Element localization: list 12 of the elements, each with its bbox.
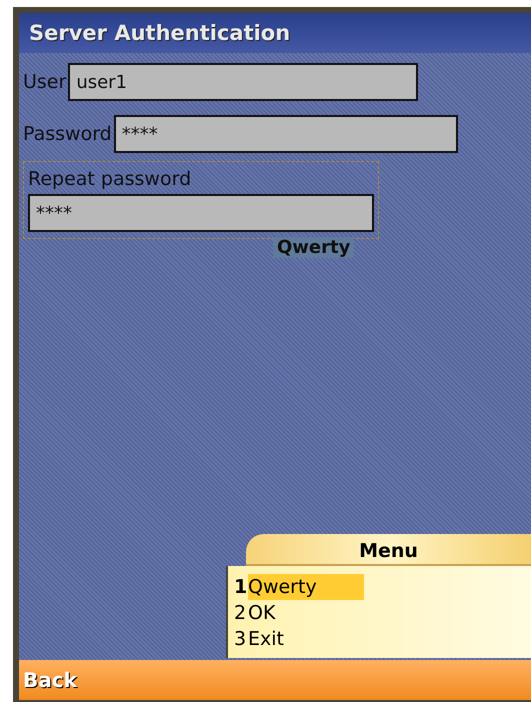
input-field[interactable]: user1 <box>68 63 418 101</box>
menu-item[interactable]: 3 Exit <box>234 626 525 652</box>
menu-title: Menu <box>246 534 531 566</box>
window-title: Server Authentication <box>29 21 290 45</box>
input-field[interactable]: **** <box>28 194 374 232</box>
menu-item[interactable]: 1Qwerty <box>234 574 525 600</box>
menu-item[interactable]: 2 OK <box>234 600 525 626</box>
field-label: Password <box>23 123 112 145</box>
field-label: User <box>23 71 66 93</box>
input-field[interactable]: **** <box>114 115 458 153</box>
field-label: Repeat password <box>28 168 192 190</box>
input-mode-indicator: Qwerty <box>273 237 354 258</box>
